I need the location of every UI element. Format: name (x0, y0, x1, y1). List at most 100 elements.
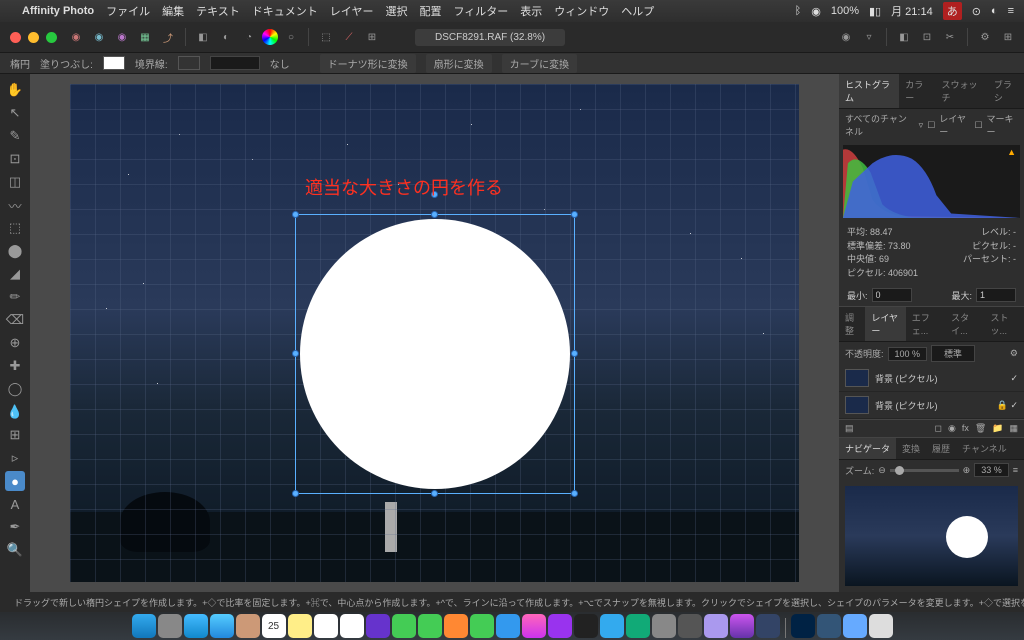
nav-menu-icon[interactable]: ≡ (1013, 465, 1018, 475)
contrast-icon[interactable]: ◐ (216, 27, 236, 47)
diag-icon[interactable]: ⟋ (339, 27, 359, 47)
chevron-down-icon[interactable]: ▿ (919, 120, 924, 131)
dock-safari[interactable] (184, 614, 208, 638)
tab-color[interactable]: カラー (899, 74, 935, 108)
dock-app3[interactable] (756, 614, 780, 638)
crop-tool[interactable]: ⊡ (5, 149, 25, 169)
opacity-value[interactable]: 100 % (888, 347, 928, 361)
mesh-tool[interactable]: ⊞ (5, 425, 25, 445)
selection-tool[interactable]: ◫ (5, 172, 25, 192)
document-tab[interactable]: DSCF8291.RAF (32.8%) (415, 29, 565, 46)
canvas-area[interactable]: 適当な大きさの円を作る (30, 74, 839, 592)
marquee-icon[interactable]: ⬚ (316, 27, 336, 47)
dock-pages[interactable] (444, 614, 468, 638)
develop-persona-icon[interactable]: ◉ (112, 27, 132, 47)
dock-podcasts[interactable] (548, 614, 572, 638)
menu-window[interactable]: ウィンドウ (554, 3, 609, 19)
open-icon[interactable]: ◧ (193, 27, 213, 47)
zoom-out-icon[interactable]: ⊖ (878, 465, 886, 476)
dock-calendar[interactable]: 25 (262, 614, 286, 638)
layer-group-icon[interactable]: ▤ (845, 423, 854, 434)
handle-nw[interactable] (292, 211, 299, 218)
spotlight-icon[interactable]: ⊙ (972, 5, 981, 18)
visibility-checkbox[interactable]: ✓ (1010, 373, 1018, 384)
menu-layer[interactable]: レイヤー (330, 3, 374, 19)
zoom-slider[interactable] (890, 469, 959, 472)
pen-tool[interactable]: ✒ (5, 517, 25, 537)
photo-persona-icon[interactable]: ◉ (66, 27, 86, 47)
dock-prefs[interactable] (652, 614, 676, 638)
stroke-width[interactable] (210, 56, 260, 70)
dodge-tool[interactable]: ◯ (5, 379, 25, 399)
menu-filter[interactable]: フィルター (453, 3, 508, 19)
handle-ne[interactable] (571, 211, 578, 218)
dock-lightroom[interactable] (791, 614, 815, 638)
arrange-icon[interactable]: ⊞ (998, 27, 1018, 47)
navigator-preview[interactable] (845, 486, 1018, 586)
tab-layers[interactable]: レイヤー (865, 307, 905, 341)
curve-button[interactable]: カーブに変換 (502, 54, 577, 73)
dock-itunes[interactable] (522, 614, 546, 638)
tab-adjust[interactable]: 調整 (839, 307, 865, 341)
tab-stock[interactable]: ストッ... (985, 307, 1024, 341)
tab-transform[interactable]: 変換 (896, 438, 926, 459)
app-name[interactable]: Affinity Photo (22, 5, 94, 17)
menu-text[interactable]: テキスト (196, 3, 240, 19)
dock-tv[interactable] (574, 614, 598, 638)
paint-tool[interactable]: ✏ (5, 287, 25, 307)
dock-contacts[interactable] (236, 614, 260, 638)
export-persona-icon[interactable]: ⤴ (158, 27, 178, 47)
adjust-icon[interactable]: ◧ (894, 27, 914, 47)
mask-icon[interactable]: ◉ (836, 27, 856, 47)
pie-button[interactable]: 扇形に変換 (426, 54, 492, 73)
clock[interactable]: 月 21:14 (891, 3, 933, 19)
document-canvas[interactable]: 適当な大きさの円を作る (70, 84, 799, 582)
dock-reminders[interactable] (314, 614, 338, 638)
menu-arrange[interactable]: 配置 (419, 3, 441, 19)
snap-icon[interactable]: ⊞ (362, 27, 382, 47)
dock-appstore[interactable] (600, 614, 624, 638)
dock-mail[interactable] (210, 614, 234, 638)
menu-help[interactable]: ヘルプ (621, 3, 654, 19)
max-input[interactable] (976, 288, 1016, 302)
handle-n[interactable] (431, 211, 438, 218)
tab-navigator[interactable]: ナビゲータ (839, 438, 896, 459)
dock-finder[interactable] (132, 614, 156, 638)
crop-icon[interactable]: ✂ (940, 27, 960, 47)
dock-trash[interactable] (869, 614, 893, 638)
min-input[interactable] (872, 288, 912, 302)
wifi-icon[interactable]: ◉ (811, 5, 821, 18)
tab-brush[interactable]: ブラシ (988, 74, 1024, 108)
menu-view[interactable]: 表示 (520, 3, 542, 19)
maximize-button[interactable] (46, 32, 57, 43)
layer-bg1[interactable]: 背景 (ピクセル) ✓ (839, 365, 1024, 392)
fx-icon[interactable]: fx (962, 423, 969, 434)
clone-tool[interactable]: ⊕ (5, 333, 25, 353)
tab-history[interactable]: 履歴 (926, 438, 956, 459)
handle-s[interactable] (431, 490, 438, 497)
adjustment-icon[interactable]: ◉ (948, 423, 956, 434)
dock-affinity[interactable] (730, 614, 754, 638)
dock-app2[interactable] (704, 614, 728, 638)
siri-icon[interactable]: ◐ (991, 5, 998, 17)
dock-app4[interactable] (817, 614, 841, 638)
dock-numbers[interactable] (470, 614, 494, 638)
fill-swatch[interactable] (103, 56, 125, 70)
zoom-in-icon[interactable]: ⊕ (963, 465, 971, 476)
zoom-tool[interactable]: 🔍 (5, 540, 25, 560)
dock-clock[interactable] (626, 614, 650, 638)
minimize-button[interactable] (28, 32, 39, 43)
mask-icon[interactable]: ◻ (934, 423, 941, 434)
layer-checkbox-label[interactable]: レイヤー (939, 112, 970, 138)
zoom-value[interactable]: 33 % (974, 463, 1009, 477)
blend-mode[interactable]: 標準 (931, 345, 975, 362)
dock-launchpad[interactable] (158, 614, 182, 638)
ellipse-tool[interactable]: ● (5, 471, 25, 491)
dock-imovie[interactable] (366, 614, 390, 638)
gear-icon[interactable]: ⚙ (1010, 348, 1018, 359)
bluetooth-icon[interactable]: ᛒ (795, 5, 802, 17)
selection-bounds[interactable] (295, 214, 575, 494)
donut-button[interactable]: ドーナツ形に変換 (320, 54, 416, 73)
color-picker-tool[interactable]: ✎ (5, 126, 25, 146)
dock-keynote[interactable] (496, 614, 520, 638)
